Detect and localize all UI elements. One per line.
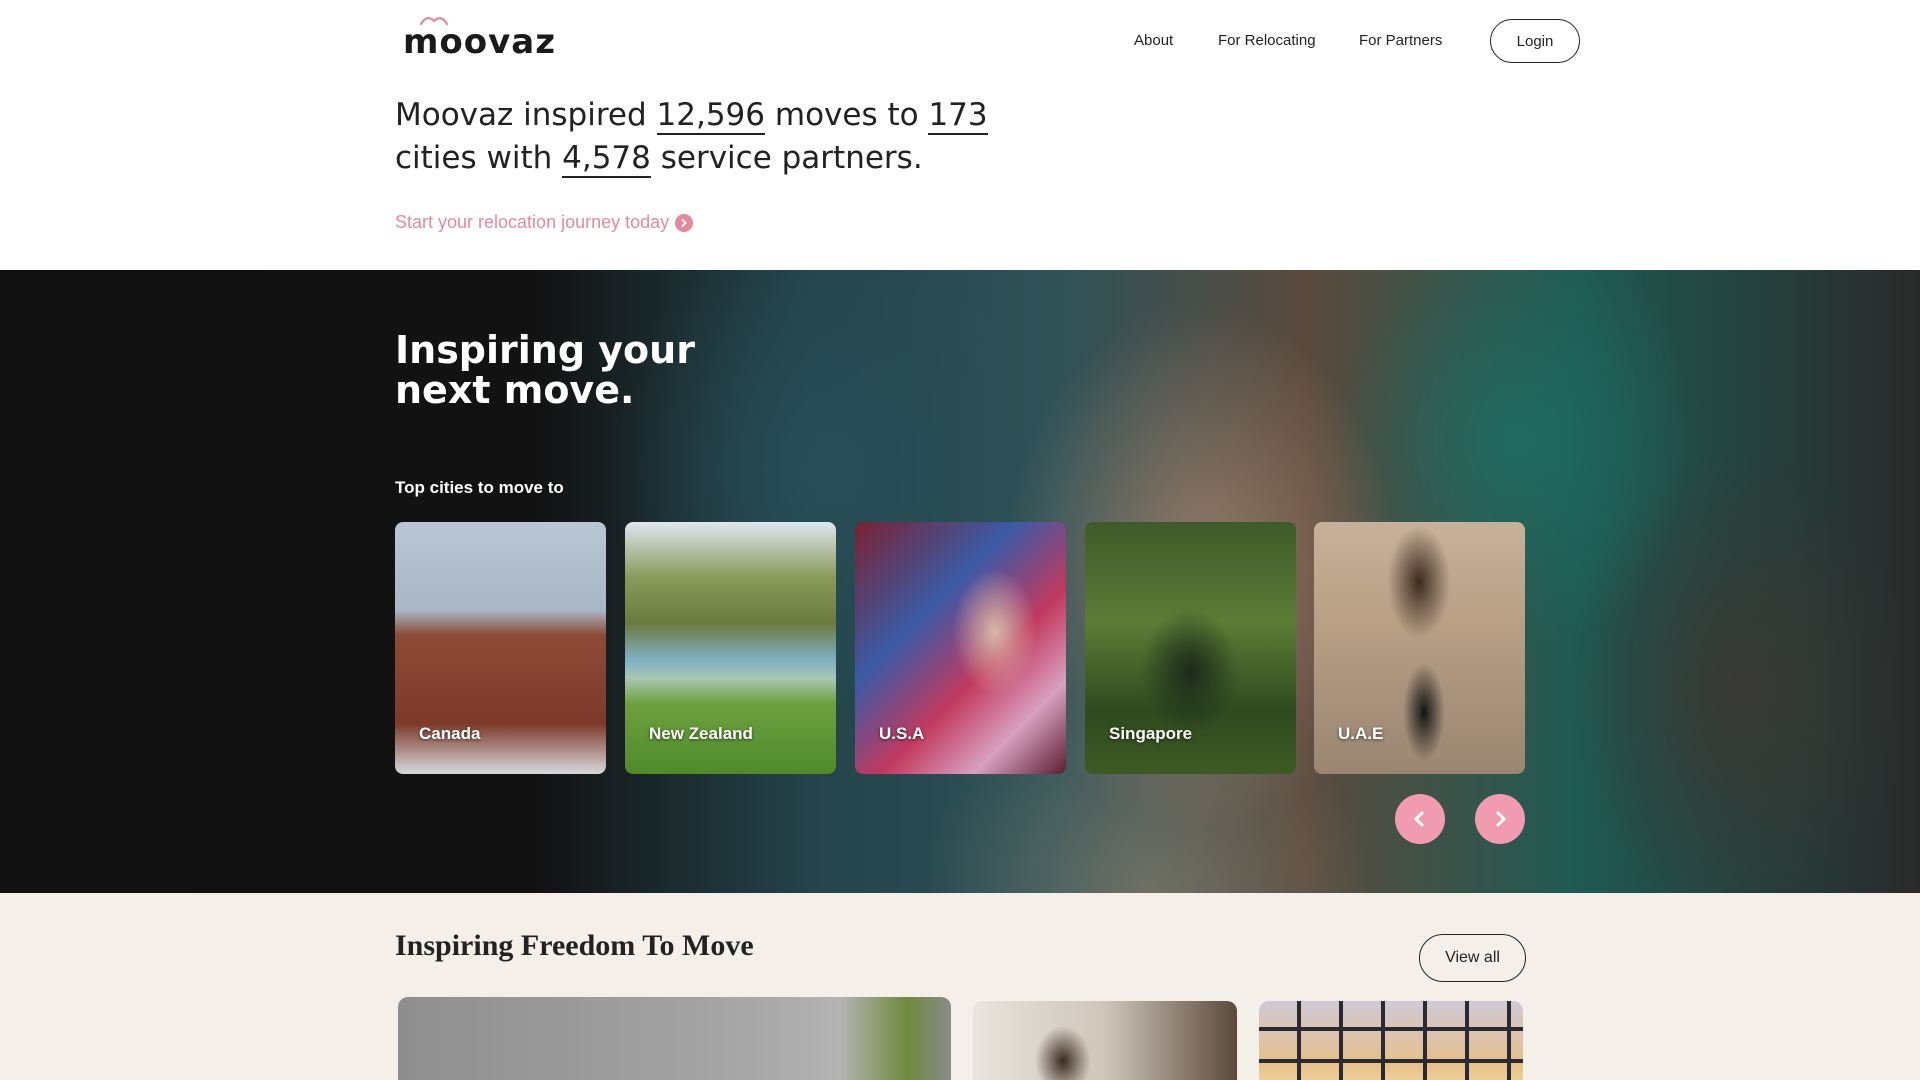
city-card-label: Singapore (1109, 724, 1193, 743)
chevron-left-icon (1414, 811, 1424, 827)
nav-for-relocating[interactable]: For Relocating (1218, 32, 1316, 49)
intro-text-4: service partners. (650, 140, 923, 176)
article-card-image[interactable] (398, 997, 951, 1080)
site-header: moovaz About For Relocating For Partners… (0, 0, 1920, 84)
city-card-label: U.S.A (879, 724, 925, 743)
hero-title: Inspiring your next move. (395, 328, 695, 412)
city-card-usa[interactable]: U.S.A (855, 522, 1066, 774)
partners-count: 4,578 (562, 140, 651, 178)
intro-text-2: moves to (765, 97, 929, 133)
top-cities-heading: Top cities to move to (395, 478, 564, 497)
intro-text-1: Moovaz inspired (395, 97, 657, 133)
nav-for-partners[interactable]: For Partners (1359, 32, 1442, 49)
freedom-section: Inspiring Freedom To Move View all (0, 893, 1920, 1080)
article-card-image[interactable] (973, 1001, 1237, 1080)
city-card-label: New Zealand (649, 724, 753, 743)
login-button[interactable]: Login (1490, 19, 1580, 63)
city-card-label: Canada (419, 724, 481, 743)
cities-count: 173 (928, 97, 988, 135)
freedom-title: Inspiring Freedom To Move (395, 929, 754, 962)
chevron-right-icon (1496, 811, 1506, 827)
city-card-canada[interactable]: Canada (395, 522, 606, 774)
article-card-image[interactable] (1259, 1001, 1523, 1080)
city-carousel: Canada New Zealand U.S.A Singapore U.A.E (395, 522, 1525, 774)
city-card-new-zealand[interactable]: New Zealand (625, 522, 836, 774)
start-journey-link[interactable]: Start your relocation journey today (395, 212, 694, 233)
city-card-label: U.A.E (1338, 724, 1384, 743)
city-card-uae[interactable]: U.A.E (1314, 522, 1525, 774)
intro-text-3: cities with (395, 140, 563, 176)
arrow-circle-right-icon (675, 213, 694, 232)
moves-count: 12,596 (656, 97, 766, 135)
nav-about[interactable]: About (1134, 32, 1173, 49)
intro-stats: Moovaz inspired 12,596 moves to 173 citi… (395, 94, 1015, 180)
moovaz-logo[interactable]: moovaz (403, 14, 563, 62)
carousel-next-button[interactable] (1475, 794, 1525, 844)
start-journey-label: Start your relocation journey today (395, 212, 670, 232)
view-all-button[interactable]: View all (1419, 934, 1526, 982)
hero-banner: Inspiring your next move. Top cities to … (0, 270, 1920, 893)
city-card-singapore[interactable]: Singapore (1085, 522, 1296, 774)
carousel-prev-button[interactable] (1395, 794, 1445, 844)
logo-text: moovaz (403, 22, 557, 62)
